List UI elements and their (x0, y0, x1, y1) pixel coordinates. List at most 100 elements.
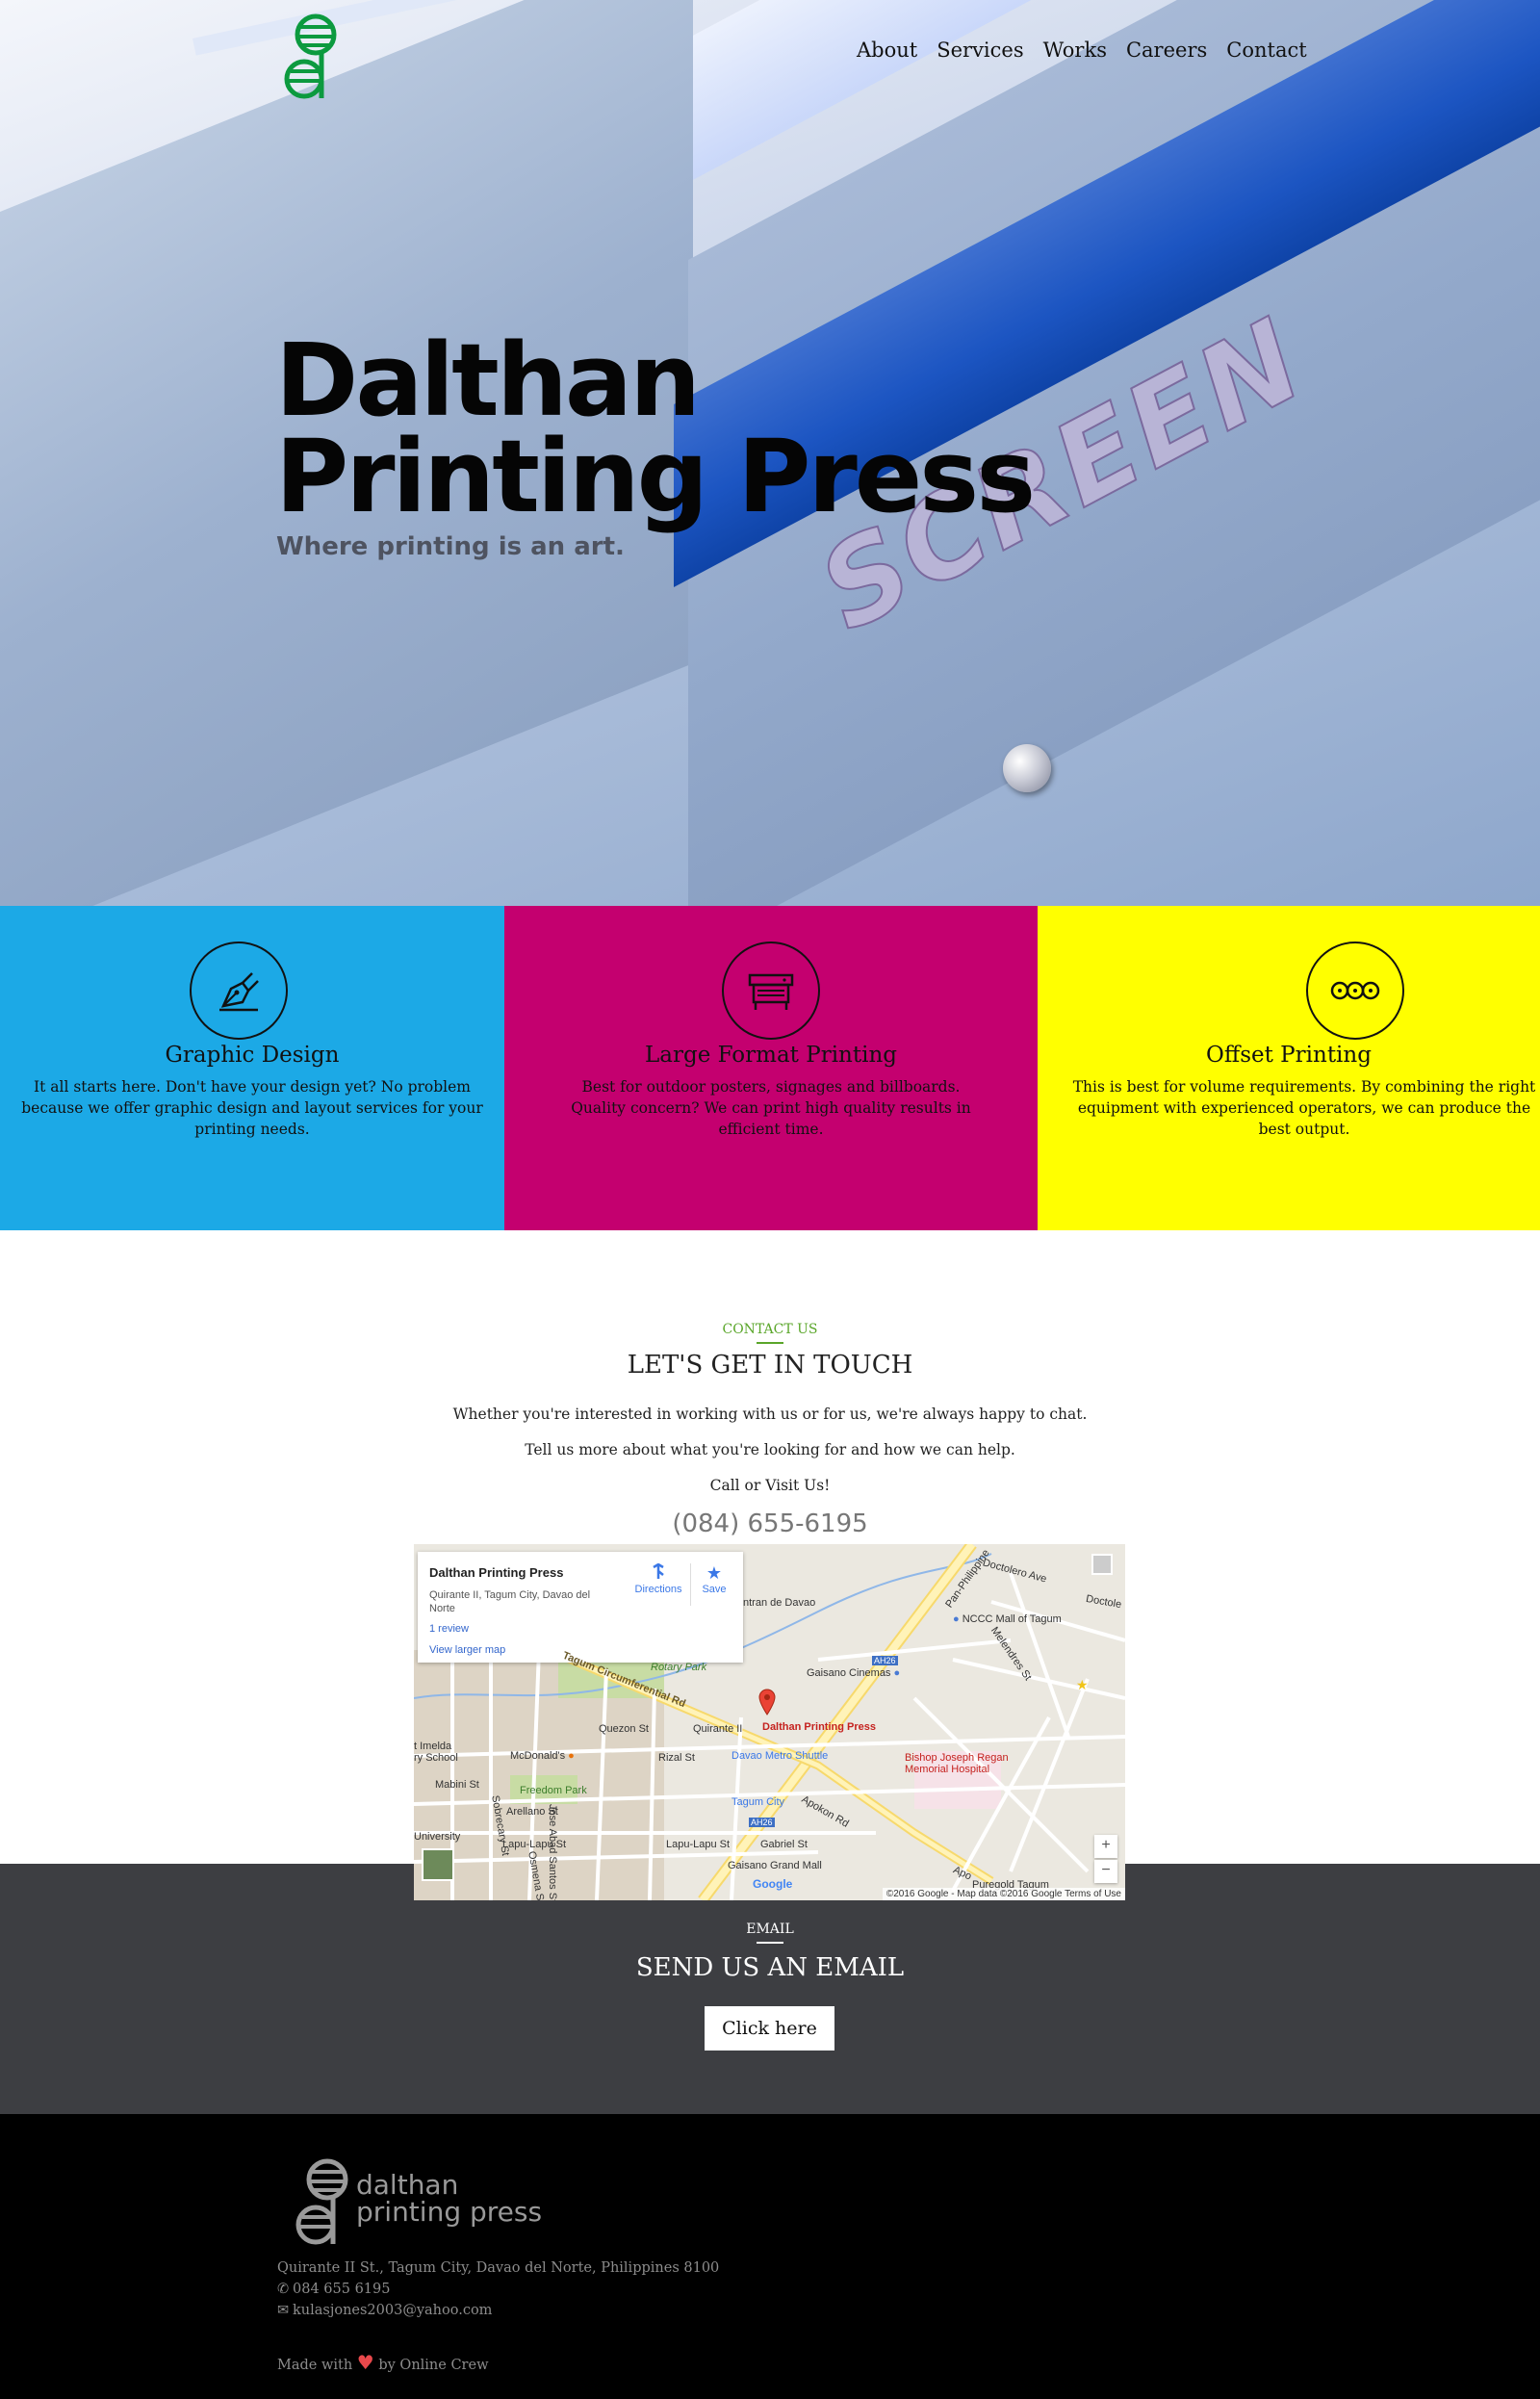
map-label: ntran de Davao (743, 1597, 816, 1609)
service-description: Best for outdoor posters, signages and b… (571, 1078, 971, 1138)
contact-text-2: Tell us more about what you're looking f… (525, 1441, 1015, 1458)
map-poi-icon: ● (953, 1613, 962, 1625)
map-place-card: Dalthan Printing Press Quirante II, Tagu… (418, 1552, 743, 1663)
hero-title: Dalthan Printing Press (275, 330, 1036, 527)
map-poi-icon: ● (890, 1667, 901, 1679)
map-pin-icon[interactable] (758, 1689, 776, 1715)
footer-credit: Made with ♥ by Online Crew (277, 2351, 488, 2374)
map-label-text: NCCC Mall of Tagum (962, 1613, 1062, 1625)
logo-icon[interactable] (277, 13, 345, 100)
map-attribution: ©2016 Google - Map data ©2016 Google Ter… (882, 1888, 1125, 1900)
map-label: Lapu-Lapu St (666, 1839, 731, 1850)
service-description: It all starts here. Don't have your desi… (21, 1078, 483, 1138)
location-map[interactable]: Dalthan Printing Press Quirante II, Tagu… (414, 1544, 1125, 1900)
footer-phone: ✆ 084 655 6195 (277, 2282, 390, 2297)
zoom-in-button[interactable]: + (1094, 1835, 1117, 1858)
footer-wordmark: dalthan printing press (356, 2172, 542, 2226)
map-poi-icon: ● (565, 1750, 575, 1762)
map-label: Lapu-Lapu St (502, 1839, 567, 1850)
email-heading: SEND US AN EMAIL (635, 1953, 905, 1982)
map-label: Quezon St (599, 1723, 649, 1735)
map-label: t Imelda (414, 1741, 452, 1752)
map-view-larger-link[interactable]: View larger map (429, 1644, 505, 1656)
contact-text-3: Call or Visit Us! (709, 1477, 831, 1494)
nav-services[interactable]: Services (937, 39, 1023, 62)
zoom-out-button[interactable]: − (1094, 1860, 1117, 1883)
rollers-icon (1330, 981, 1380, 1000)
nav-works[interactable]: Works (1043, 39, 1107, 62)
map-label: Rizal St (658, 1752, 695, 1764)
hero-title-line2: Printing Press (275, 418, 1036, 535)
map-label: ry School (414, 1752, 458, 1764)
star-icon: ★ (1076, 1677, 1089, 1692)
map-label: University (414, 1831, 461, 1843)
map-terms-link[interactable]: Terms of Use (1065, 1889, 1121, 1899)
contact-text-1: Whether you're interested in working wit… (452, 1406, 1088, 1423)
pen-nib-icon (219, 972, 259, 1012)
printer-icon (748, 973, 794, 1010)
service-graphic-design: Graphic Design It all starts here. Don't… (0, 906, 504, 1230)
map-label: Gaisano Cinemas ● (807, 1667, 900, 1679)
service-icon-circle (1306, 942, 1404, 1040)
map-attribution-text: ©2016 Google - Map data ©2016 Google (886, 1889, 1063, 1899)
map-place-address: Quirante II, Tagum City, Davao del Norte (429, 1589, 591, 1614)
site-footer: dalthan printing press Quirante II St., … (0, 2114, 1540, 2399)
contact-eyebrow-text: CONTACT US (722, 1322, 818, 1337)
contact-phone[interactable]: (084) 655-6195 (0, 1509, 1540, 1538)
footer-logo-icon[interactable] (289, 2157, 356, 2246)
phone-icon: ✆ (277, 2282, 290, 2297)
hero-subtitle: Where printing is an art. (276, 532, 625, 561)
services-section: Graphic Design It all starts here. Don't… (0, 906, 1540, 1230)
map-label: Gaisano Grand Mall (728, 1860, 822, 1871)
map-label: Mabini St (435, 1779, 479, 1791)
map-label: Freedom Park (520, 1785, 587, 1796)
map-label: Davao Metro Shuttle (732, 1750, 829, 1762)
service-title: Large Format Printing (644, 1043, 898, 1068)
map-label: McDonald's ● (510, 1750, 575, 1762)
map-label-text: McDonald's (510, 1750, 566, 1762)
map-label-text: Gaisano Cinemas (807, 1667, 891, 1679)
email-eyebrow: EMAIL (0, 1922, 1540, 1944)
email-eyebrow-text: EMAIL (746, 1922, 794, 1937)
nav-about[interactable]: About (857, 39, 917, 62)
map-label: Tagum City (732, 1796, 785, 1808)
map-reviews-link[interactable]: 1 review (429, 1623, 469, 1635)
footer-email: ✉ kulasjones2003@yahoo.com (277, 2303, 492, 2318)
service-icon-circle (722, 942, 820, 1040)
satellite-thumbnail[interactable] (422, 1848, 454, 1881)
map-label: Bishop Joseph Regan (905, 1752, 1009, 1764)
map-directions-label: Directions (634, 1584, 682, 1595)
service-title: Graphic Design (165, 1043, 340, 1068)
map-label: Quirante II (693, 1723, 743, 1735)
pegman-icon[interactable] (1091, 1554, 1113, 1575)
map-card-divider (690, 1563, 691, 1606)
map-label: Memorial Hospital (905, 1764, 990, 1775)
email-click-here-button[interactable]: Click here (705, 2006, 834, 2051)
map-highway-badge: AH26 (749, 1818, 775, 1827)
service-offset: Offset Printing This is best for volume … (1038, 906, 1540, 1230)
map-save-button[interactable]: ★ Save (695, 1563, 733, 1595)
map-label: Dalthan Printing Press (762, 1721, 876, 1733)
map-save-label: Save (702, 1584, 727, 1595)
eyebrow-underline (757, 1342, 783, 1344)
map-directions-button[interactable]: Directions (629, 1562, 687, 1595)
service-icon-circle (190, 942, 288, 1040)
directions-icon (653, 1562, 664, 1579)
footer-email-text[interactable]: kulasjones2003@yahoo.com (293, 2303, 492, 2318)
nav-contact[interactable]: Contact (1226, 39, 1306, 62)
email-section: EMAIL SEND US AN EMAIL Click here (0, 1864, 1540, 2114)
nav-careers[interactable]: Careers (1126, 39, 1207, 62)
footer-address: Quirante II St., Tagum City, Davao del N… (277, 2260, 720, 2276)
main-nav: About Services Works Careers Contact (837, 39, 1307, 62)
map-label: Rotary Park (651, 1662, 707, 1673)
heart-icon: ♥ (356, 2351, 374, 2374)
contact-eyebrow: CONTACT US (0, 1322, 1540, 1344)
contact-heading: LET'S GET IN TOUCH (627, 1351, 913, 1380)
footer-credit-prefix: Made with (277, 2358, 353, 2373)
service-title: Offset Printing (1206, 1043, 1372, 1068)
map-label: Gabriel St (760, 1839, 808, 1850)
map-highway-badge: AH26 (872, 1656, 898, 1665)
eyebrow-underline (757, 1942, 783, 1944)
map-label: Jose Abad Santos St (547, 1804, 558, 1900)
envelope-icon: ✉ (277, 2303, 290, 2318)
